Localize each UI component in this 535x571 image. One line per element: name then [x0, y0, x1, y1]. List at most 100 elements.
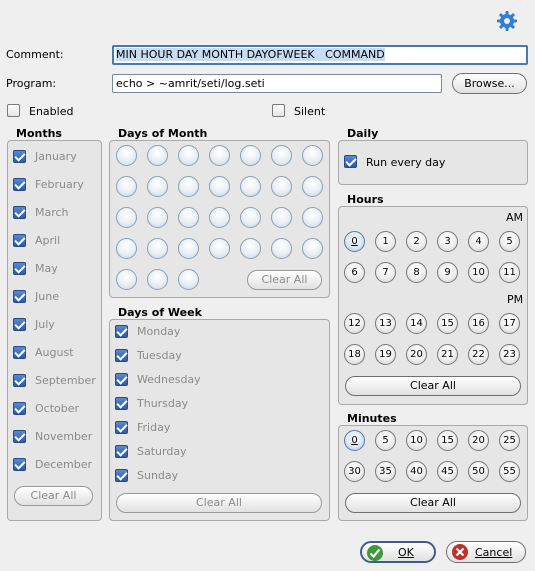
- day-of-week-item[interactable]: Sunday: [115, 468, 315, 486]
- month-item[interactable]: January: [13, 149, 98, 167]
- minute-toggle[interactable]: 50: [468, 461, 489, 482]
- hour-toggle[interactable]: 3: [437, 231, 458, 252]
- browse-button[interactable]: Browse...: [452, 73, 527, 94]
- month-checkbox[interactable]: [13, 402, 26, 415]
- hour-toggle[interactable]: 23: [499, 344, 520, 365]
- hour-toggle[interactable]: 7: [375, 262, 396, 283]
- minute-toggle[interactable]: 35: [375, 461, 396, 482]
- hour-toggle[interactable]: 22: [468, 344, 489, 365]
- hour-toggle[interactable]: 13: [375, 313, 396, 334]
- hour-toggle[interactable]: 9: [437, 262, 458, 283]
- hour-toggle[interactable]: 15: [437, 313, 458, 334]
- day-of-month-toggle[interactable]: [302, 145, 323, 166]
- hours-clear-all-button[interactable]: Clear All: [345, 376, 521, 396]
- hour-toggle[interactable]: 14: [406, 313, 427, 334]
- day-of-week-item[interactable]: Wednesday: [115, 372, 315, 390]
- month-checkbox[interactable]: [13, 430, 26, 443]
- hour-toggle[interactable]: 1: [375, 231, 396, 252]
- minute-toggle[interactable]: 5: [375, 430, 396, 451]
- day-of-month-toggle[interactable]: [147, 207, 168, 228]
- day-of-month-toggle[interactable]: [271, 145, 292, 166]
- days-of-month-clear-all-button[interactable]: Clear All: [247, 270, 322, 290]
- minute-toggle[interactable]: 20: [468, 430, 489, 451]
- month-item[interactable]: February: [13, 177, 98, 195]
- hour-toggle[interactable]: 20: [406, 344, 427, 365]
- day-of-week-checkbox[interactable]: [115, 421, 128, 434]
- day-of-week-item[interactable]: Saturday: [115, 444, 315, 462]
- day-of-month-toggle[interactable]: [147, 238, 168, 259]
- cancel-button[interactable]: Cancel: [446, 541, 526, 563]
- day-of-month-toggle[interactable]: [302, 238, 323, 259]
- run-every-day-checkbox[interactable]: [344, 155, 357, 168]
- day-of-week-checkbox[interactable]: [115, 349, 128, 362]
- minute-toggle[interactable]: 40: [406, 461, 427, 482]
- month-item[interactable]: June: [13, 289, 98, 307]
- minute-toggle[interactable]: 45: [437, 461, 458, 482]
- month-checkbox[interactable]: [13, 206, 26, 219]
- month-item[interactable]: March: [13, 205, 98, 223]
- day-of-month-toggle[interactable]: [209, 207, 230, 228]
- day-of-month-toggle[interactable]: [116, 176, 137, 197]
- hour-toggle[interactable]: 18: [344, 344, 365, 365]
- hour-toggle[interactable]: 2: [406, 231, 427, 252]
- day-of-month-toggle[interactable]: [178, 238, 199, 259]
- hour-toggle[interactable]: 21: [437, 344, 458, 365]
- silent-checkbox[interactable]: [272, 104, 285, 117]
- minute-toggle[interactable]: 0: [344, 430, 365, 451]
- month-checkbox[interactable]: [13, 374, 26, 387]
- day-of-month-toggle[interactable]: [178, 145, 199, 166]
- day-of-month-toggle[interactable]: [178, 207, 199, 228]
- day-of-month-toggle[interactable]: [178, 269, 199, 290]
- hour-toggle[interactable]: 8: [406, 262, 427, 283]
- month-item[interactable]: August: [13, 345, 98, 363]
- day-of-week-checkbox[interactable]: [115, 469, 128, 482]
- day-of-month-toggle[interactable]: [116, 269, 137, 290]
- day-of-month-toggle[interactable]: [240, 176, 261, 197]
- months-clear-all-button[interactable]: Clear All: [14, 486, 93, 506]
- day-of-month-toggle[interactable]: [116, 145, 137, 166]
- month-checkbox[interactable]: [13, 318, 26, 331]
- minute-toggle[interactable]: 30: [344, 461, 365, 482]
- day-of-week-checkbox[interactable]: [115, 397, 128, 410]
- day-of-month-toggle[interactable]: [271, 238, 292, 259]
- month-item[interactable]: July: [13, 317, 98, 335]
- day-of-month-toggle[interactable]: [178, 176, 199, 197]
- day-of-week-item[interactable]: Tuesday: [115, 348, 315, 366]
- minutes-clear-all-button[interactable]: Clear All: [345, 493, 521, 513]
- day-of-month-toggle[interactable]: [271, 207, 292, 228]
- enabled-checkbox[interactable]: [7, 104, 20, 117]
- day-of-week-item[interactable]: Friday: [115, 420, 315, 438]
- hour-toggle[interactable]: 16: [468, 313, 489, 334]
- day-of-week-item[interactable]: Thursday: [115, 396, 315, 414]
- day-of-month-toggle[interactable]: [240, 238, 261, 259]
- day-of-month-toggle[interactable]: [116, 207, 137, 228]
- day-of-month-toggle[interactable]: [209, 176, 230, 197]
- program-field[interactable]: echo > ~amrit/seti/log.seti: [112, 74, 442, 93]
- hour-toggle[interactable]: 17: [499, 313, 520, 334]
- month-checkbox[interactable]: [13, 458, 26, 471]
- hour-toggle[interactable]: 4: [468, 231, 489, 252]
- day-of-month-toggle[interactable]: [209, 145, 230, 166]
- month-checkbox[interactable]: [13, 234, 26, 247]
- day-of-week-checkbox[interactable]: [115, 325, 128, 338]
- day-of-month-toggle[interactable]: [147, 176, 168, 197]
- hour-toggle[interactable]: 12: [344, 313, 365, 334]
- month-item[interactable]: December: [13, 457, 98, 475]
- month-item[interactable]: May: [13, 261, 98, 279]
- comment-field[interactable]: MIN HOUR DAY MONTH DAYOFWEEK COMMAND: [112, 45, 528, 65]
- hour-toggle[interactable]: 10: [468, 262, 489, 283]
- month-checkbox[interactable]: [13, 178, 26, 191]
- day-of-month-toggle[interactable]: [209, 238, 230, 259]
- month-item[interactable]: October: [13, 401, 98, 419]
- days-of-week-clear-all-button[interactable]: Clear All: [116, 493, 322, 513]
- month-item[interactable]: April: [13, 233, 98, 251]
- month-checkbox[interactable]: [13, 346, 26, 359]
- day-of-week-item[interactable]: Monday: [115, 324, 315, 342]
- hour-toggle[interactable]: 5: [499, 231, 520, 252]
- minute-toggle[interactable]: 10: [406, 430, 427, 451]
- minute-toggle[interactable]: 15: [437, 430, 458, 451]
- minute-toggle[interactable]: 25: [499, 430, 520, 451]
- day-of-month-toggle[interactable]: [240, 145, 261, 166]
- month-checkbox[interactable]: [13, 150, 26, 163]
- day-of-month-toggle[interactable]: [240, 207, 261, 228]
